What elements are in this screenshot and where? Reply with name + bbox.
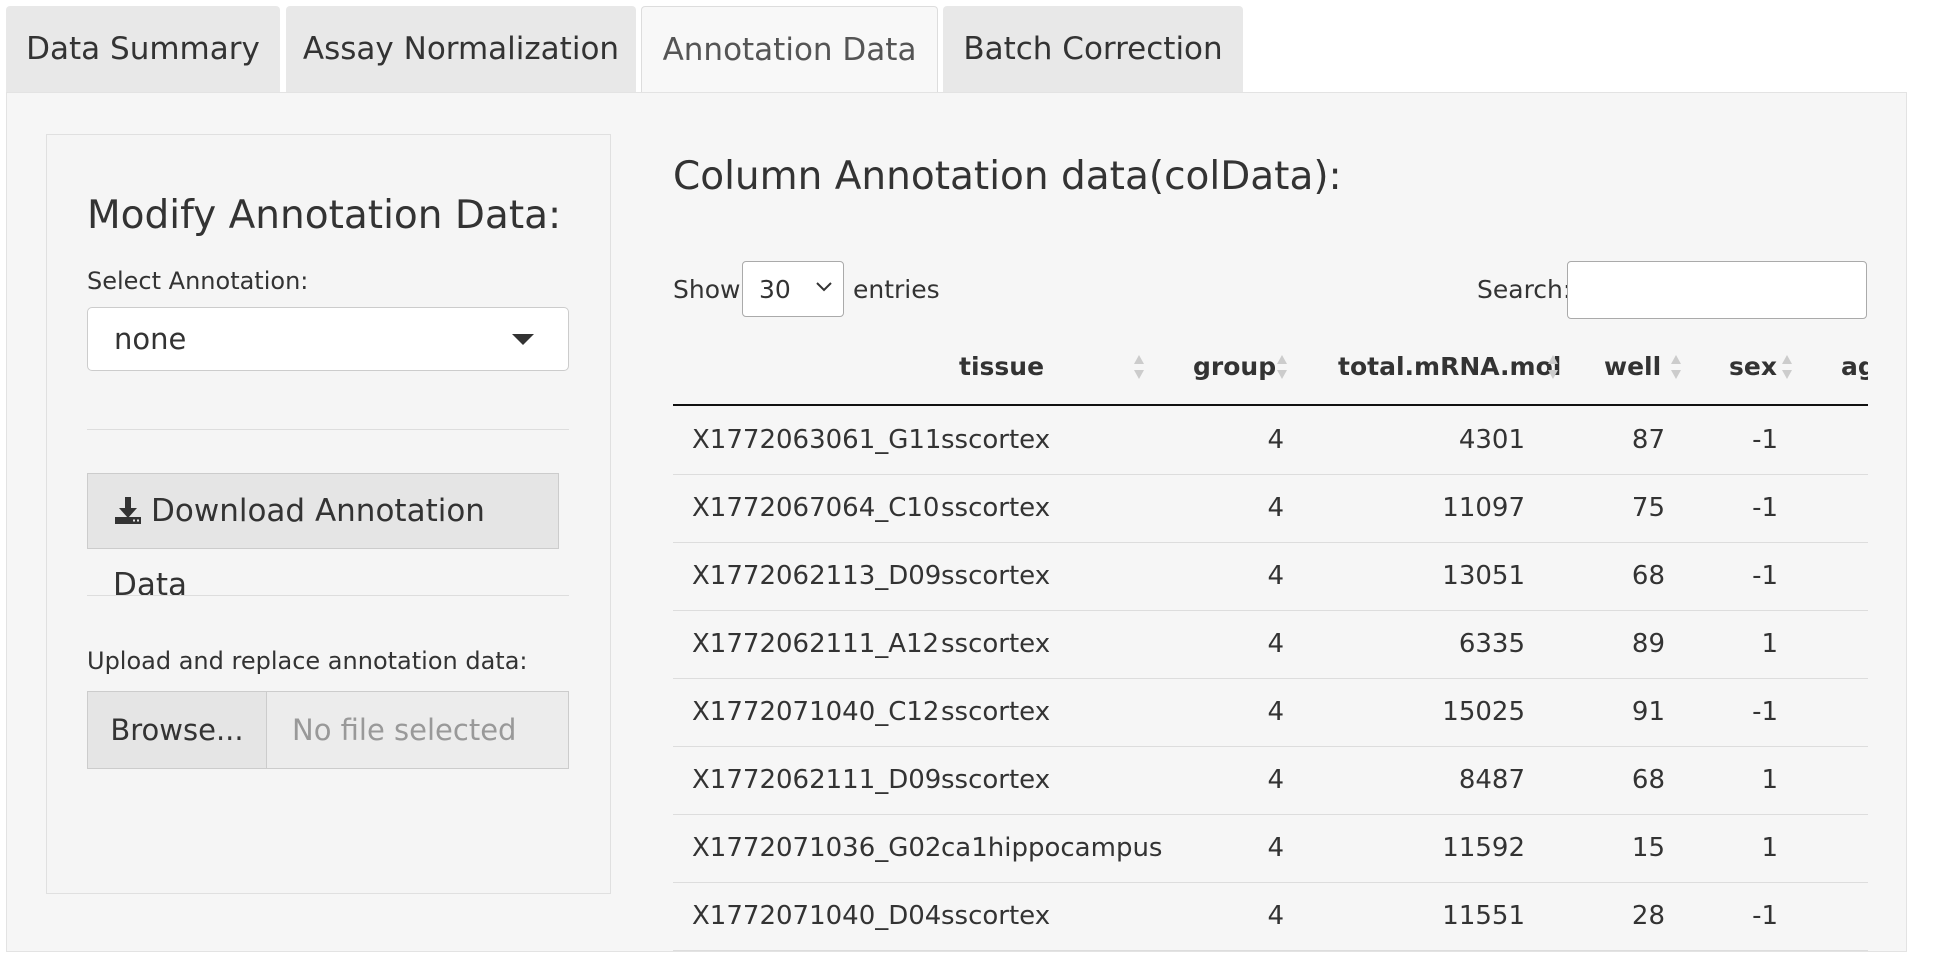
table-row[interactable]: X1772071036_G02 ca1hippocampus 4 11592 1… (673, 814, 1868, 883)
cell-well: 89 (1631, 629, 1665, 659)
file-upload: Browse... No file selected (87, 691, 569, 769)
cell-tissue: sscortex (941, 425, 1051, 455)
cell-total-mrna-mol: 13051 (1442, 561, 1525, 591)
download-icon (115, 497, 141, 524)
cell-rowname: X1772071036_G02 (692, 833, 942, 863)
cell-sex: -1 (1752, 561, 1778, 591)
cell-sex: -1 (1752, 425, 1778, 455)
cell-total-mrna-mol: 6335 (1458, 629, 1525, 659)
cell-well: 28 (1631, 901, 1665, 931)
sidebar-title: Modify Annotation Data: (87, 193, 562, 238)
cell-group: 4 (1267, 561, 1284, 591)
upload-label: Upload and replace annotation data: (87, 647, 528, 675)
cell-rowname: X1772062111_A12 (692, 629, 940, 659)
column-header-well[interactable]: well (1604, 330, 1661, 404)
table-row[interactable]: X1772063061_G11 sscortex 4 4301 87 -1 (673, 406, 1868, 475)
cell-well: 75 (1631, 493, 1665, 523)
cell-rowname: X1772062111_D09 (692, 765, 942, 795)
cell-group: 4 (1267, 697, 1284, 727)
cell-total-mrna-mol: 11551 (1442, 901, 1525, 931)
cell-tissue: ca1hippocampus (941, 833, 1163, 863)
entries-select-value: 30 (759, 275, 791, 304)
sort-icon (1548, 355, 1558, 379)
cell-group: 4 (1267, 629, 1284, 659)
chevron-down-icon (816, 282, 832, 292)
download-annotation-button[interactable]: Download Annotation Data (87, 473, 559, 603)
table-row[interactable]: X1772062111_A12 sscortex 4 6335 89 1 (673, 610, 1868, 679)
cell-tissue: sscortex (941, 629, 1051, 659)
cell-rowname: X1772071040_C12 (692, 697, 940, 727)
divider (87, 429, 569, 430)
table-row[interactable]: X1772062111_D09 sscortex 4 8487 68 1 (673, 746, 1868, 815)
browse-button[interactable]: Browse... (87, 691, 267, 769)
column-header-rownames[interactable] (673, 330, 873, 404)
cell-tissue: sscortex (941, 493, 1051, 523)
select-annotation-label: Select Annotation: (87, 267, 309, 295)
cell-well: 68 (1631, 765, 1665, 795)
table-row[interactable]: X1772071040_C12 sscortex 4 15025 91 -1 (673, 678, 1868, 747)
tab-assay-normalization[interactable]: Assay Normalization (286, 6, 636, 92)
page-title: Column Annotation data(colData): (673, 154, 1342, 199)
cell-group: 4 (1267, 425, 1284, 455)
cell-sex: -1 (1752, 697, 1778, 727)
table-row[interactable]: X1772062113_D09 sscortex 4 13051 68 -1 (673, 542, 1868, 611)
cell-tissue: sscortex (941, 765, 1051, 795)
column-header-tissue[interactable]: tissue (959, 330, 1044, 404)
caret-down-icon (512, 334, 534, 345)
sort-icon (1277, 355, 1287, 379)
cell-group: 4 (1267, 765, 1284, 795)
cell-rowname: X1772067064_C10 (692, 493, 940, 523)
divider (87, 595, 569, 596)
cell-well: 15 (1631, 833, 1665, 863)
cell-total-mrna-mol: 11097 (1442, 493, 1525, 523)
cell-total-mrna-mol: 4301 (1458, 425, 1525, 455)
annotation-select-value: none (114, 322, 187, 356)
cell-rowname: X1772071040_D04 (692, 901, 942, 931)
column-header-total-mrna-mol[interactable]: total.mRNA.mol (1338, 330, 1561, 404)
column-header-sex[interactable]: sex (1729, 330, 1777, 404)
cell-well: 68 (1631, 561, 1665, 591)
cell-rowname: X1772062113_D09 (692, 561, 942, 591)
table-row[interactable]: X1772067064_C10 sscortex 4 11097 75 -1 (673, 474, 1868, 543)
cell-well: 91 (1631, 697, 1665, 727)
data-table: tissue group total.mRNA.mol well sex ag … (673, 330, 1868, 960)
tab-annotation-data[interactable]: Annotation Data (641, 6, 938, 94)
cell-sex: -1 (1752, 493, 1778, 523)
cell-well: 87 (1631, 425, 1665, 455)
cell-tissue: sscortex (941, 697, 1051, 727)
column-header-age[interactable]: ag (1841, 330, 1868, 404)
cell-rowname: X1772063061_G11 (692, 425, 942, 455)
tab-bar: Data Summary Assay Normalization Annotat… (6, 6, 1906, 94)
cell-sex: 1 (1761, 629, 1778, 659)
tab-data-summary[interactable]: Data Summary (6, 6, 280, 92)
cell-tissue: sscortex (941, 901, 1051, 931)
annotation-select[interactable]: none (87, 307, 569, 371)
cell-total-mrna-mol: 11592 (1442, 833, 1525, 863)
tab-batch-correction[interactable]: Batch Correction (943, 6, 1243, 92)
cell-sex: -1 (1752, 901, 1778, 931)
cell-group: 4 (1267, 833, 1284, 863)
cell-sex: 1 (1761, 765, 1778, 795)
entries-select[interactable]: 30 (742, 261, 844, 317)
download-button-label: Download Annotation Data (113, 493, 485, 603)
entries-label: entries (853, 275, 940, 304)
cell-group: 4 (1267, 901, 1284, 931)
sort-icon (1671, 355, 1681, 379)
show-label: Show (673, 275, 741, 304)
cell-group: 4 (1267, 493, 1284, 523)
search-label: Search: (1477, 275, 1572, 304)
sort-icon (1134, 355, 1144, 379)
cell-total-mrna-mol: 15025 (1442, 697, 1525, 727)
cell-total-mrna-mol: 8487 (1458, 765, 1525, 795)
search-input[interactable] (1567, 261, 1867, 319)
cell-sex: 1 (1761, 833, 1778, 863)
sort-icon (1782, 355, 1792, 379)
column-header-group[interactable]: group (1193, 330, 1276, 404)
table-row[interactable]: X1772071040_D04 sscortex 4 11551 28 -1 (673, 882, 1868, 951)
sidebar-panel: Modify Annotation Data: Select Annotatio… (46, 134, 611, 894)
file-name-field: No file selected (266, 691, 569, 769)
cell-tissue: sscortex (941, 561, 1051, 591)
